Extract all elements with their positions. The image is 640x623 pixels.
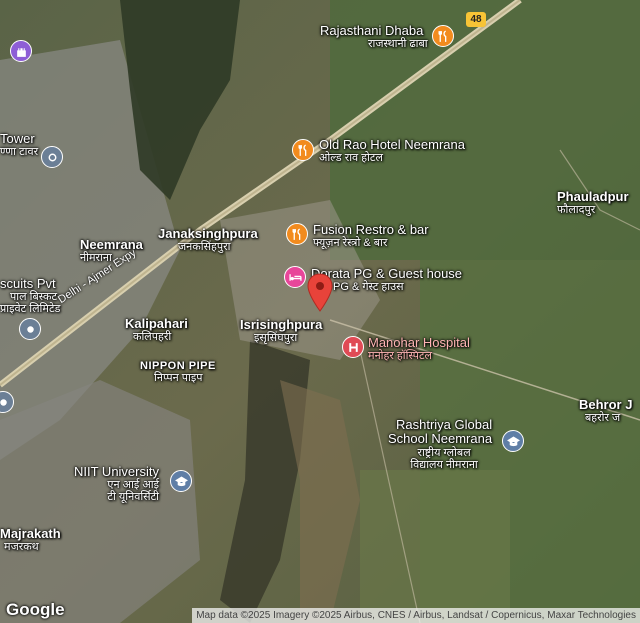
place-rashtriya-school[interactable]: Rashtriya Global School Neemrana राष्ट्र…	[388, 417, 492, 471]
school-icon[interactable]	[170, 470, 192, 492]
castle-icon[interactable]	[10, 40, 32, 62]
place-nippon-pipe[interactable]: NIPPON PIPE निप्पन पाइप	[140, 360, 216, 384]
place-manohar-hospital[interactable]: Manohar Hospital मनोहर हॉस्पिटल	[368, 335, 470, 362]
place-isrisinghpura[interactable]: Isrisinghpura इसृसिंघपुरा	[240, 317, 322, 344]
place-phauladpur[interactable]: Phauladpur फौलादपुर	[557, 189, 629, 216]
place-biscuits[interactable]: scuits Pvt पाल बिस्कट प्राइवेट लिमिटेड	[0, 276, 60, 315]
place-janaksinghpura[interactable]: Janaksinghpura जनकसिंहपुरा	[158, 226, 258, 253]
place-neemrana[interactable]: Neemrana नीमराना	[80, 237, 143, 264]
place-fusion-restro[interactable]: Fusion Restro & bar फ्यूज़न रेस्त्रो & ब…	[313, 222, 429, 249]
hospital-icon[interactable]	[342, 336, 364, 358]
place-behror[interactable]: Behror J बहरोर ज	[579, 397, 632, 424]
place-kalipahari[interactable]: Kalipahari कलिपहरी	[125, 316, 188, 343]
place-old-rao-hotel[interactable]: Old Rao Hotel Neemrana ओल्ड राव होटल	[319, 137, 465, 164]
place-majrakath[interactable]: Majrakath मजरकथ	[0, 526, 61, 553]
restaurant-icon[interactable]	[286, 223, 308, 245]
place-rajasthani-dhaba[interactable]: Rajasthani Dhaba राजस्थानी ढाबा	[320, 23, 428, 50]
school-icon[interactable]	[502, 430, 524, 452]
google-logo: Google	[6, 600, 65, 619]
route-shield: 48	[466, 12, 486, 27]
hotel-icon[interactable]	[284, 266, 306, 288]
landmark-icon[interactable]	[19, 318, 41, 340]
map-attribution[interactable]: Map data ©2025 Imagery ©2025 Airbus, CNE…	[192, 608, 640, 623]
map-canvas[interactable]: 48 Delhi - Ajmer Expy Rajasthani Dhaba र…	[0, 0, 640, 623]
restaurant-icon[interactable]	[432, 25, 454, 47]
restaurant-icon[interactable]	[292, 139, 314, 161]
place-tower[interactable]: Tower ण्णा टावर	[0, 131, 38, 158]
location-pin-icon[interactable]	[306, 273, 334, 313]
place-niit-university[interactable]: NIIT University एन आई आई टी यूनिवर्सिटी	[74, 464, 159, 503]
landmark-icon[interactable]	[41, 146, 63, 168]
